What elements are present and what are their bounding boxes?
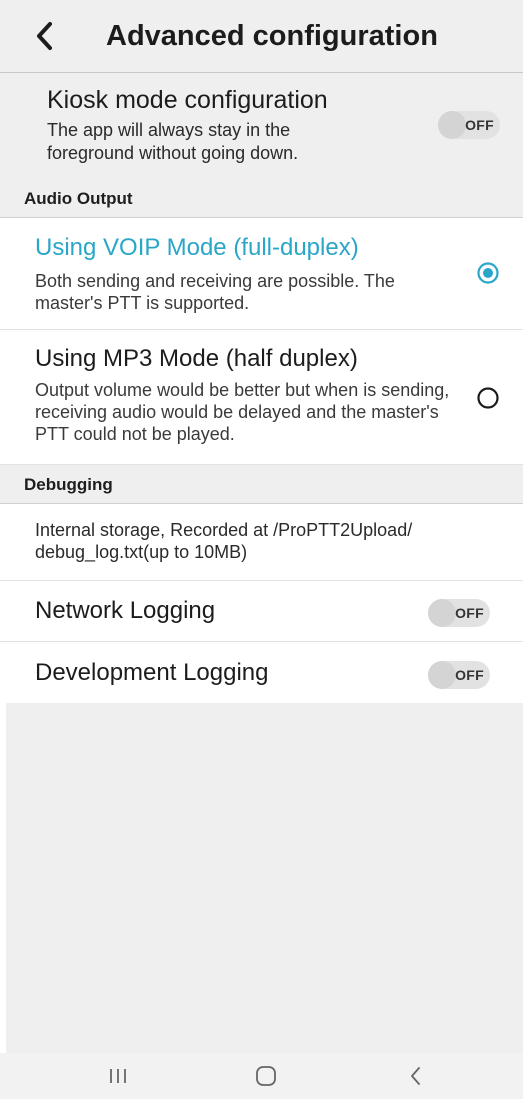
kiosk-mode-toggle[interactable]: OFF	[438, 111, 500, 139]
audio-option-description: Both sending and receiving are possible.…	[35, 271, 395, 313]
kiosk-mode-description: The app will always stay in the foregrou…	[47, 120, 299, 163]
audio-option-title: Using VOIP Mode (full-duplex)	[35, 234, 359, 261]
empty-area	[6, 703, 523, 1053]
toggle-knob	[428, 599, 456, 627]
recent-apps-button[interactable]	[88, 1059, 148, 1093]
section-label: Audio Output	[24, 189, 133, 208]
section-header-debugging: Debugging	[0, 465, 523, 504]
kiosk-mode-title: Kiosk mode configuration	[47, 86, 328, 114]
audio-option-voip[interactable]: Using VOIP Mode (full-duplex) Both sendi…	[0, 218, 523, 330]
back-icon	[411, 1067, 420, 1085]
toggle-knob	[428, 661, 456, 689]
toggle-knob	[438, 111, 466, 139]
back-button[interactable]	[24, 14, 64, 58]
toggle-state-label: OFF	[455, 667, 484, 683]
network-logging-toggle[interactable]: OFF	[428, 599, 490, 627]
development-logging-toggle[interactable]: OFF	[428, 661, 490, 689]
home-button[interactable]	[236, 1059, 296, 1093]
radio-unselected-icon[interactable]	[477, 387, 499, 409]
page-title: Advanced configuration	[106, 20, 438, 52]
audio-option-description: Output volume would be better but when i…	[35, 380, 450, 444]
app-header: Advanced configuration	[0, 0, 523, 72]
development-logging-label: Development Logging	[35, 659, 269, 686]
section-label: Debugging	[24, 475, 113, 494]
kiosk-mode-setting[interactable]: Kiosk mode configuration The app will al…	[0, 72, 523, 180]
system-back-button[interactable]	[386, 1059, 446, 1093]
network-logging-label: Network Logging	[35, 597, 216, 624]
radio-selected-icon[interactable]	[477, 262, 499, 284]
toggle-state-label: OFF	[455, 605, 484, 621]
storage-info-text: Internal storage, Recorded at /ProPTT2Up…	[35, 520, 413, 562]
toggle-state-label: OFF	[465, 117, 494, 133]
audio-option-title: Using MP3 Mode (half duplex)	[35, 345, 358, 372]
network-logging-setting[interactable]: Network Logging OFF	[0, 581, 523, 642]
recent-apps-icon	[110, 1069, 126, 1083]
debug-storage-info: Internal storage, Recorded at /ProPTT2Up…	[0, 504, 523, 581]
screen: Advanced configuration Kiosk mode config…	[0, 0, 523, 1099]
development-logging-setting[interactable]: Development Logging OFF	[0, 642, 523, 702]
system-navigation-bar	[0, 1053, 523, 1099]
audio-option-mp3[interactable]: Using MP3 Mode (half duplex) Output volu…	[0, 330, 523, 465]
home-icon	[256, 1066, 276, 1086]
chevron-left-icon	[37, 22, 52, 50]
section-header-audio-output: Audio Output	[0, 179, 523, 218]
